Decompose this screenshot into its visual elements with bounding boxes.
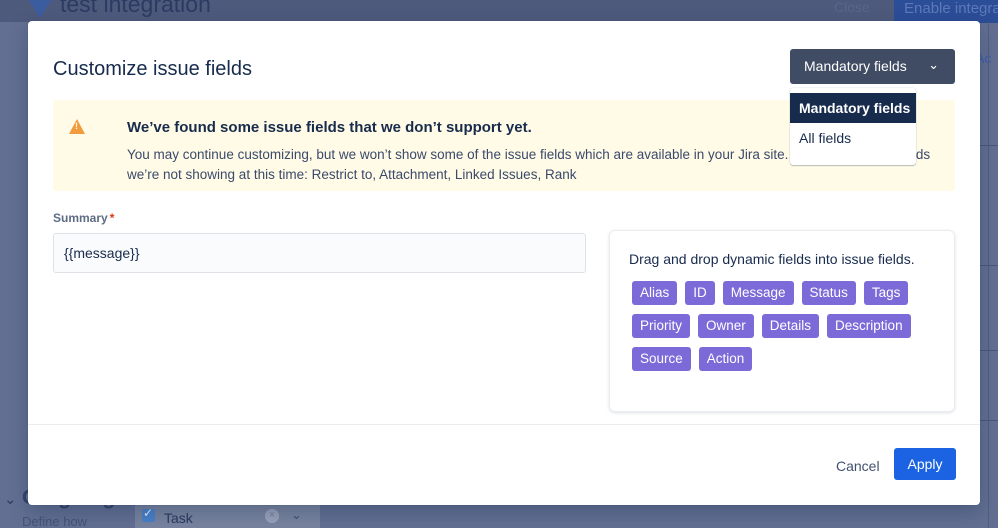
field-tag[interactable]: Alias (632, 281, 678, 305)
summary-field-label: Summary * (53, 211, 114, 225)
enable-integration-button[interactable]: Enable integra (894, 0, 998, 23)
field-tag[interactable]: Source (632, 347, 691, 371)
dynamic-fields-panel: Drag and drop dynamic fields into issue … (609, 230, 955, 412)
field-tag[interactable]: Tags (863, 281, 909, 305)
background-app-title: test integration (60, 0, 211, 17)
close-button[interactable]: Close (834, 0, 870, 15)
page-title: Customize issue fields (53, 58, 252, 80)
task-checkbox[interactable] (142, 506, 155, 522)
chevron-down-icon[interactable]: ⌄ (4, 492, 17, 507)
dynamic-fields-hint: Drag and drop dynamic fields into issue … (629, 251, 915, 267)
menu-item-all-fields[interactable]: All fields (790, 123, 916, 153)
menu-item-mandatory-fields[interactable]: Mandatory fields (790, 93, 916, 123)
field-tag[interactable]: Status (801, 281, 856, 305)
field-tag[interactable]: Priority (632, 314, 691, 338)
chevron-down-icon (26, 0, 54, 18)
customize-issue-fields-dialog: Customize issue fields Mandatory fields … (28, 21, 980, 505)
field-tag[interactable]: Owner (698, 314, 754, 338)
required-marker: * (109, 211, 115, 225)
field-tag[interactable]: Message (722, 281, 794, 305)
background-section-subtitle: Define how (22, 514, 88, 528)
warning-triangle-icon (69, 119, 85, 134)
field-tag[interactable]: ID (685, 281, 715, 305)
dynamic-fields-tag-list: Alias ID Message Status Tags Priority Owner Det… (632, 281, 940, 371)
field-scope-dropdown[interactable]: Mandatory fields ⌄ (790, 49, 955, 84)
task-label: Task (164, 510, 193, 526)
background-table-vertical-rule (988, 22, 989, 528)
field-tag[interactable]: Description (827, 314, 911, 338)
field-tag[interactable]: Details (761, 314, 820, 338)
apply-button[interactable]: Apply (894, 448, 956, 480)
field-scope-selected-label: Mandatory fields (804, 58, 907, 74)
warning-title: We’ve found some issue fields that we do… (127, 119, 532, 136)
summary-label-text: Summary (53, 211, 108, 225)
footer-divider (28, 424, 980, 425)
cancel-button[interactable]: Cancel (828, 452, 888, 480)
clear-icon[interactable]: × (265, 509, 279, 523)
chevron-down-icon[interactable]: ⌄ (291, 508, 302, 521)
field-tag[interactable]: Action (698, 347, 753, 371)
field-scope-menu[interactable]: Mandatory fields All fields (790, 88, 916, 165)
summary-input[interactable] (53, 233, 586, 273)
chevron-down-icon: ⌄ (928, 57, 939, 72)
